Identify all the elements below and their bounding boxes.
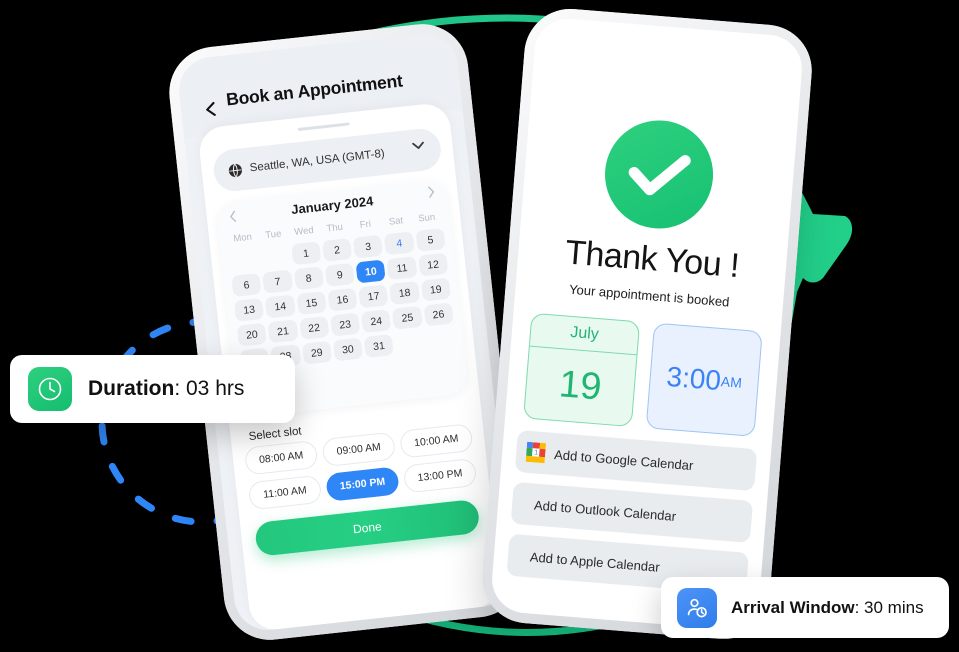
- calendar-day[interactable]: 8: [293, 266, 324, 291]
- calendar-day[interactable]: 16: [327, 287, 358, 312]
- arrival-badge-text: Arrival Window: 30 mins: [731, 598, 924, 618]
- date-card-day: 19: [557, 362, 604, 408]
- add-to-calendar-label: Add to Outlook Calendar: [533, 497, 677, 524]
- calendar-day-selected[interactable]: 10: [355, 259, 387, 284]
- calendar-day-empty: [260, 245, 290, 269]
- slot-option[interactable]: 09:00 AM: [321, 431, 397, 468]
- calendar-day[interactable]: 4: [384, 231, 415, 256]
- arrival-value: 30 mins: [864, 597, 924, 617]
- calendar-day[interactable]: 20: [236, 322, 268, 347]
- add-to-calendar-button[interactable]: Add to Outlook Calendar: [510, 481, 754, 543]
- calendar-day[interactable]: 31: [363, 334, 395, 358]
- add-to-calendar-label: Add to Apple Calendar: [529, 548, 661, 575]
- time-card-time: 3:00: [665, 360, 723, 397]
- duration-badge-text: Duration: 03 hrs: [88, 377, 244, 401]
- chevron-down-icon[interactable]: [412, 141, 425, 149]
- calendar-day[interactable]: 9: [324, 262, 355, 287]
- calendar-day[interactable]: 3: [352, 234, 384, 259]
- confirmation-screen: Thank You ! Your appointment is booked J…: [489, 16, 805, 632]
- calendar-day[interactable]: 25: [392, 305, 423, 330]
- add-to-calendar-label: Add to Google Calendar: [553, 446, 694, 473]
- slot-option[interactable]: 11:00 AM: [247, 474, 323, 511]
- date-card: July 19: [523, 312, 641, 428]
- calendar-day[interactable]: 24: [361, 309, 392, 334]
- calendar-day[interactable]: 5: [415, 227, 446, 252]
- calendar-day[interactable]: 7: [262, 269, 293, 294]
- arrival-label: Arrival Window: [731, 597, 855, 617]
- clock-icon: [28, 367, 72, 411]
- check-circle-icon: [600, 116, 718, 233]
- calendar-day[interactable]: 29: [301, 340, 332, 365]
- phone-confirmation: Thank You ! Your appointment is booked J…: [478, 5, 816, 643]
- slot-option[interactable]: 10:00 AM: [398, 423, 474, 459]
- time-card-meridiem: AM: [720, 373, 743, 391]
- person-clock-icon: [677, 587, 717, 628]
- calendar-day[interactable]: 23: [329, 312, 361, 337]
- time-card: 3:00 AM: [645, 322, 763, 437]
- done-button[interactable]: Done: [254, 498, 481, 557]
- calendar-day[interactable]: 6: [231, 273, 262, 297]
- slot-option[interactable]: 08:00 AM: [243, 439, 319, 476]
- calendar-day-empty: [229, 248, 259, 272]
- calendar-day[interactable]: 2: [321, 238, 353, 262]
- calendar-day[interactable]: 17: [358, 284, 389, 309]
- calendar-day[interactable]: 21: [267, 319, 299, 344]
- calendar-day[interactable]: 13: [233, 297, 265, 322]
- duration-value: 03 hrs: [186, 377, 245, 400]
- calendar-day[interactable]: 19: [420, 277, 451, 302]
- calendar-day[interactable]: 11: [386, 256, 418, 281]
- chevron-right-icon[interactable]: [427, 186, 436, 199]
- calendar-day[interactable]: 12: [417, 252, 449, 277]
- hero-illustration: Book an Appointment Seattle, WA, USA (GM…: [0, 0, 959, 652]
- calendar-day[interactable]: 14: [265, 294, 296, 319]
- calendar-day-grid[interactable]: 1 2 3 4 5 6 7 8 9 10 11 12 13 14 15 16 17 18 19 20 21 22 23 24 2…: [220, 221, 464, 372]
- page-title: Book an Appointment: [225, 70, 404, 110]
- timezone-value: Seattle, WA, USA (GMT-8): [249, 147, 386, 175]
- arrival-window-badge: Arrival Window: 30 mins: [661, 577, 949, 638]
- calendar-day[interactable]: 1: [290, 241, 322, 266]
- appointment-summary: July 19 3:00 AM: [523, 312, 763, 437]
- add-to-calendar-button[interactable]: 1 Add to Google Calendar: [514, 430, 758, 492]
- chevron-left-icon[interactable]: [202, 100, 220, 118]
- arrival-separator: :: [854, 597, 865, 617]
- phone-booking: Book an Appointment Seattle, WA, USA (GM…: [164, 19, 528, 645]
- calendar-day[interactable]: 15: [296, 291, 327, 316]
- duration-badge: Duration: 03 hrs: [10, 355, 295, 423]
- duration-separator: :: [174, 377, 186, 400]
- calendar-day[interactable]: 18: [389, 280, 420, 305]
- sheet-grabber: [297, 122, 350, 132]
- calendar-day[interactable]: 30: [332, 337, 364, 362]
- google-calendar-icon: 1: [525, 441, 547, 464]
- globe-icon: [228, 163, 242, 177]
- slot-option-selected[interactable]: 15:00 PM: [325, 466, 400, 502]
- select-slot-label: Select slot: [248, 425, 303, 444]
- slot-option[interactable]: 13:00 PM: [402, 457, 478, 494]
- svg-text:1: 1: [534, 449, 539, 456]
- calendar-day[interactable]: 26: [423, 302, 454, 327]
- duration-label: Duration: [88, 377, 175, 400]
- calendar-day[interactable]: 22: [298, 315, 330, 340]
